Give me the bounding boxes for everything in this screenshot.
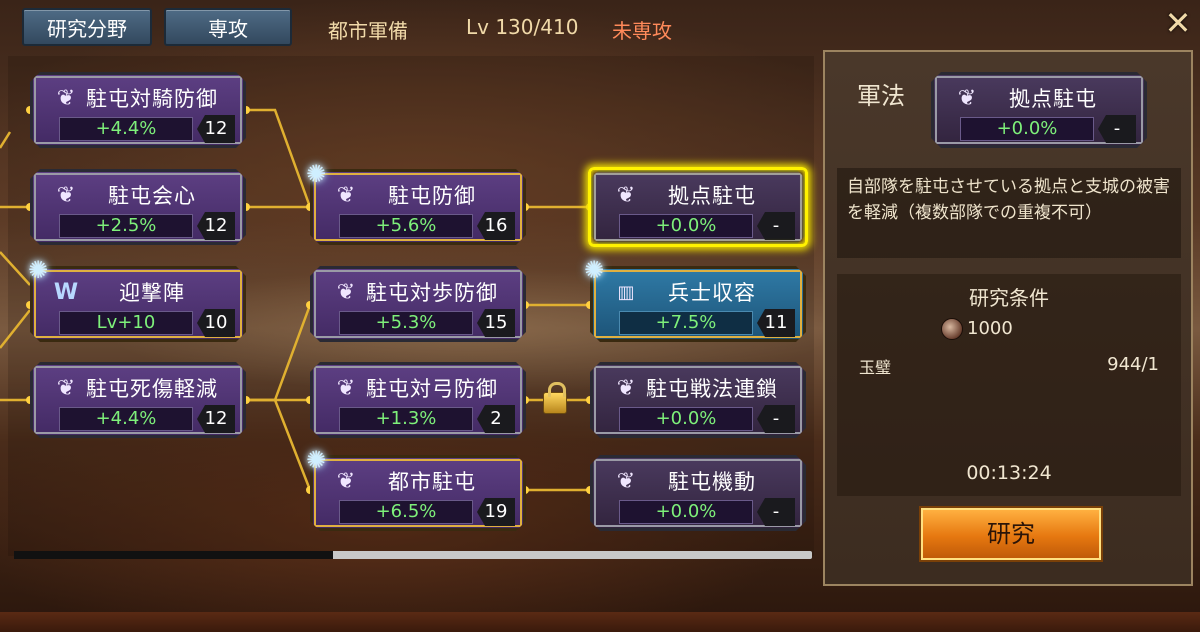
lock-icon [543, 382, 567, 414]
tree-node-city-garrison[interactable]: ❦ 都市駐屯 +6.5% 19 [310, 455, 526, 531]
description-text: 自部隊を駐屯させている拠点と支城の被害を軽減（複数部隊での重複不可） [837, 168, 1181, 258]
jade-amount: 944/1 [1107, 354, 1159, 375]
tree-node-garrison-cavalry-defense[interactable]: ❦ 駐屯対騎防御 +4.4% 12 [30, 72, 246, 148]
coin-cost: 1000 [967, 318, 1013, 339]
tree-node-soldier-capacity[interactable]: ▥ 兵士収容 +7.5% 11 [590, 266, 806, 342]
tree-node-garrison-mobility[interactable]: ❦ 駐屯機動 +0.0% - [590, 455, 806, 531]
major-button[interactable]: 専攻 [164, 8, 292, 46]
coin-icon [941, 318, 963, 340]
tactic-label: 軍法 [857, 82, 905, 110]
tree-scrollbar[interactable] [14, 551, 812, 559]
selected-node-preview: ❦ 拠点駐屯 +0.0% - [931, 72, 1147, 148]
research-button[interactable]: 研究 [921, 508, 1101, 560]
tree-node-garrison-defense[interactable]: ❦ 駐屯防御 +5.6% 16 [310, 169, 526, 245]
tree-node-garrison-archer-defense[interactable]: ❦ 駐屯対弓防御 +1.3% 2 [310, 362, 526, 438]
conditions-title: 研究条件 [969, 286, 1049, 310]
sparkle-icon: ✺ [305, 446, 327, 474]
research-conditions: 研究条件 1000 玉璧 944/1 00:13:24 [837, 274, 1181, 496]
tree-node-garrison-infantry-defense[interactable]: ❦ 駐屯対歩防御 +5.3% 15 [310, 266, 526, 342]
bottom-strip [0, 612, 1200, 632]
detail-panel: 軍法 ❦ 拠点駐屯 +0.0% - 自部隊を駐屯させている拠点と支城の被害を軽減… [823, 50, 1193, 586]
sparkle-icon: ✺ [27, 256, 49, 284]
tree-node-garrison-critical[interactable]: ❦ 駐屯会心 +2.5% 12 [30, 169, 246, 245]
level-indicator: Lv 130/410 [466, 15, 579, 39]
sparkle-icon: ✺ [583, 256, 605, 284]
research-field-button[interactable]: 研究分野 [22, 8, 152, 46]
tree-node-garrison-tactic-chain[interactable]: ❦ 駐屯戦法連鎖 +0.0% - [590, 362, 806, 438]
research-time: 00:13:24 [966, 462, 1052, 484]
category-title: 都市軍備 [328, 19, 408, 43]
tree-node-garrison-casualty-reduction[interactable]: ❦ 駐屯死傷軽減 +4.4% 12 [30, 362, 246, 438]
sparkle-icon: ✺ [305, 160, 327, 188]
major-status: 未専攻 [612, 19, 672, 43]
scroll-thumb[interactable] [14, 551, 334, 559]
jade-label: 玉璧 [859, 358, 892, 377]
tree-node-intercept-formation[interactable]: W 迎撃陣 Lv+10 10 [30, 266, 246, 342]
tree-node-base-garrison[interactable]: ❦ 拠点駐屯 +0.0% - [590, 169, 806, 245]
close-icon[interactable]: ✕ [1162, 7, 1194, 40]
